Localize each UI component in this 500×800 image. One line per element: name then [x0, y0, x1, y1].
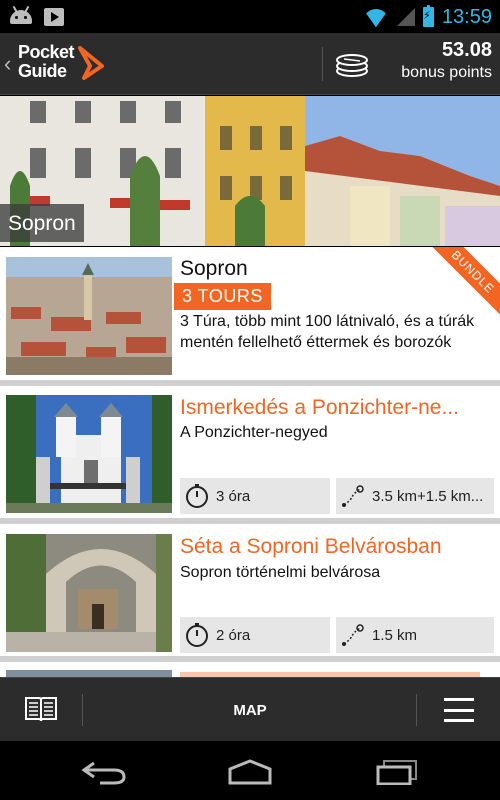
distance-value: 1.5 km [372, 626, 418, 644]
list-item-bundle[interactable]: Sopron 3 TOURS 3 Túra, több mint 100 lát… [0, 247, 500, 386]
coins-icon[interactable] [334, 49, 370, 79]
duration-stat: 2 óra [180, 617, 330, 653]
tour-subtitle: A Ponzichter-negyed [180, 424, 328, 441]
signal-icon [396, 8, 415, 26]
tour-thumbnail [6, 395, 172, 513]
tour-subtitle: Sopron történelmi belvárosa [180, 564, 381, 581]
partial-thumbnail [6, 670, 172, 677]
duration-value: 2 óra [216, 626, 251, 644]
wifi-icon [363, 7, 389, 27]
battery-charging-icon [422, 5, 434, 27]
android-icon [10, 6, 32, 26]
stopwatch-icon [186, 484, 208, 508]
bonus-points[interactable]: 53.08 bonus points [401, 39, 492, 82]
list-item-partial[interactable] [0, 668, 500, 677]
route-icon [342, 485, 364, 507]
guidebook-icon[interactable] [24, 695, 58, 723]
hero-city-label: Sopron [0, 204, 84, 242]
bottom-action-bar: MAP [0, 677, 500, 741]
distance-stat: 1.5 km [336, 617, 494, 653]
list-item-tour[interactable]: Ismerkedés a Ponzichter-ne... A Ponzicht… [0, 386, 500, 524]
tour-title: Ismerkedés a Ponzichter-ne... [180, 396, 459, 419]
distance-value: 3.5 km+1.5 km... [372, 487, 484, 505]
back-icon[interactable] [80, 759, 128, 785]
status-clock: 13:59 [441, 5, 492, 28]
app-bar: ‹ Pocket Guide 53.08 bonus points [0, 33, 500, 95]
back-chevron-icon[interactable]: ‹ [4, 51, 11, 77]
logo-line-2: Guide [18, 61, 67, 81]
menu-icon[interactable] [444, 698, 474, 722]
logo-line-1: Pocket [18, 42, 75, 62]
list-item-tour[interactable]: Séta a Soproni Belvárosban Sopron történ… [0, 524, 500, 662]
bonus-points-value: 53.08 [441, 39, 492, 61]
bonus-points-label: bonus points [401, 64, 492, 81]
stopwatch-icon [186, 623, 208, 647]
bottombar-divider [82, 694, 83, 726]
appbar-divider [322, 47, 323, 81]
bottombar-divider [416, 694, 417, 726]
route-icon [342, 624, 364, 646]
distance-stat: 3.5 km+1.5 km... [336, 478, 494, 514]
home-icon[interactable] [226, 759, 274, 785]
duration-stat: 3 óra [180, 478, 330, 514]
tour-title: Séta a Soproni Belvárosban [180, 535, 442, 558]
tour-list[interactable]: Sopron 3 TOURS 3 Túra, több mint 100 lát… [0, 247, 500, 677]
recent-apps-icon[interactable] [374, 759, 420, 785]
pocketguide-logo[interactable]: Pocket Guide [18, 42, 75, 81]
map-button[interactable]: MAP [200, 702, 300, 719]
bundle-ribbon-label: BUNDLE [430, 247, 500, 317]
bundle-thumbnail [6, 257, 172, 375]
duration-value: 3 óra [216, 487, 251, 505]
system-nav-bar [0, 741, 500, 800]
play-store-icon [44, 6, 66, 26]
bundle-description: 3 Túra, több mint 100 látnivaló, és a tú… [180, 313, 475, 351]
tours-count-tag: 3 TOURS [174, 283, 271, 310]
tour-thumbnail [6, 534, 172, 652]
bundle-ribbon: BUNDLE [430, 247, 500, 317]
status-bar: 13:59 [0, 0, 500, 33]
logo-arrow-icon [78, 46, 104, 80]
